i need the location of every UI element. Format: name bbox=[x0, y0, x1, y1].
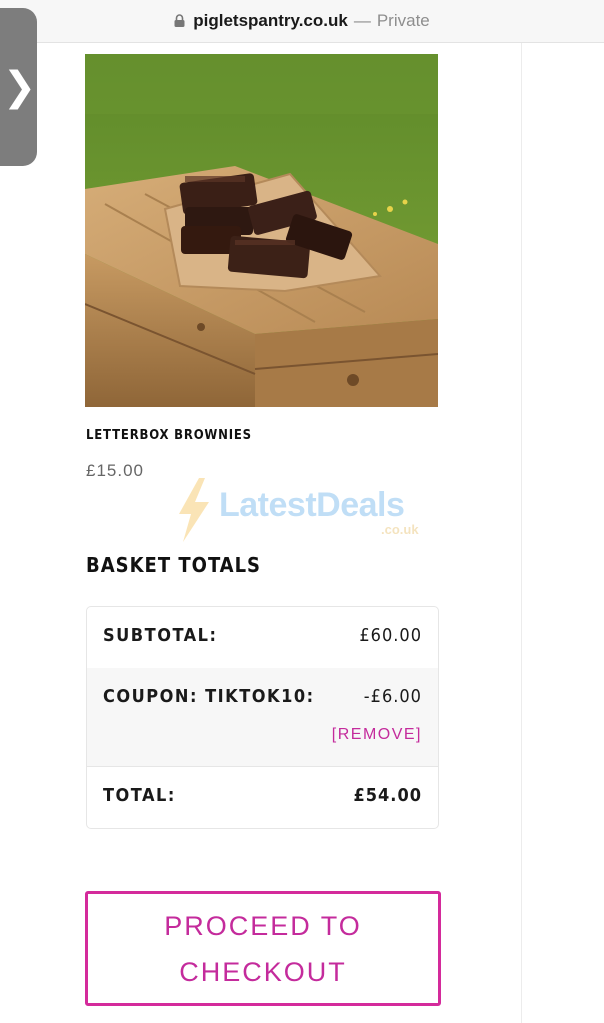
lock-icon bbox=[174, 13, 185, 27]
watermark-logo: LatestDeals .co.uk bbox=[173, 478, 443, 542]
checkout-label: PROCEED TO CHECKOUT bbox=[164, 910, 362, 987]
total-row: TOTAL: £54.00 bbox=[87, 766, 438, 828]
basket-totals-heading: BASKET TOTALS bbox=[86, 553, 262, 577]
total-value: £54.00 bbox=[353, 785, 422, 806]
coupon-value: -£6.00 bbox=[363, 686, 422, 707]
private-mode-label: Private bbox=[376, 11, 430, 30]
basket-totals-table: SUBTOTAL: £60.00 COUPON: TIKTOK10: -£6.0… bbox=[86, 606, 439, 829]
lightning-icon bbox=[179, 478, 209, 542]
subtotal-row: SUBTOTAL: £60.00 bbox=[87, 607, 438, 669]
chevron-right-icon: ❯ bbox=[2, 64, 37, 110]
subtotal-label: SUBTOTAL: bbox=[103, 625, 218, 646]
proceed-to-checkout-button[interactable]: PROCEED TO CHECKOUT bbox=[85, 891, 441, 1006]
remove-coupon-link[interactable]: [REMOVE] bbox=[332, 726, 422, 744]
content-edge-divider bbox=[521, 43, 522, 1023]
product-name[interactable]: LETTERBOX BROWNIES bbox=[86, 428, 252, 443]
sidebar-toggle-button[interactable]: ❯ bbox=[0, 8, 37, 166]
url-domain: pigletspantry.co.uk bbox=[193, 11, 348, 30]
total-label: TOTAL: bbox=[103, 785, 176, 806]
watermark-text: LatestDeals bbox=[219, 486, 405, 524]
url-separator: — bbox=[353, 11, 371, 30]
watermark-subtext: .co.uk bbox=[381, 522, 419, 537]
product-image[interactable] bbox=[85, 54, 438, 407]
address-bar[interactable]: pigletspantry.co.uk — Private bbox=[0, 0, 604, 43]
coupon-row: COUPON: TIKTOK10: -£6.00 [REMOVE] bbox=[87, 668, 438, 767]
subtotal-value: £60.00 bbox=[359, 625, 422, 646]
product-price: £15.00 bbox=[86, 461, 144, 480]
coupon-label: COUPON: TIKTOK10: bbox=[103, 686, 315, 707]
